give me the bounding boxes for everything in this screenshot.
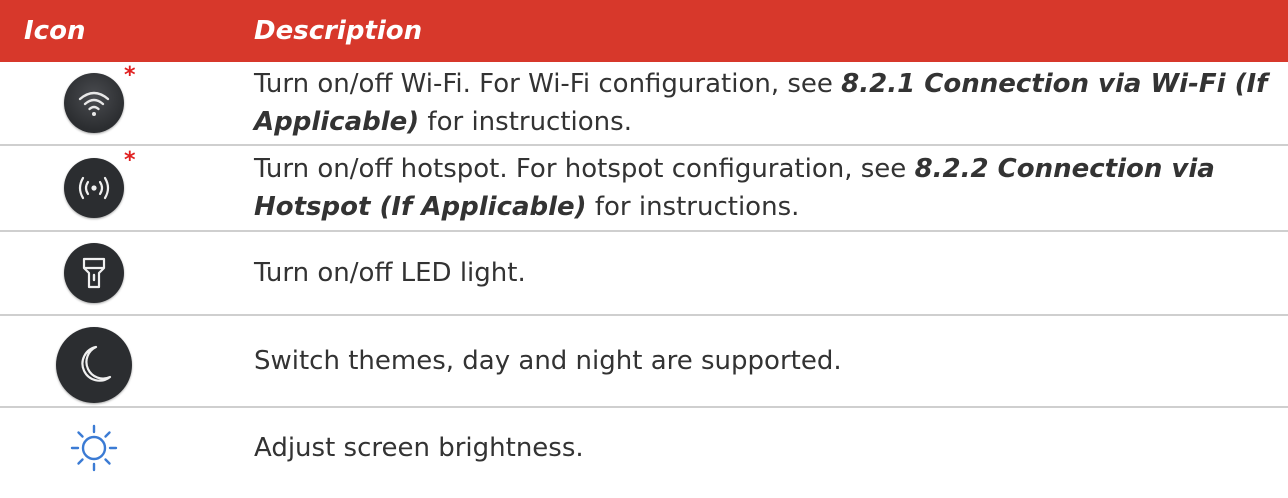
icon-description-table: Icon Description * Turn on/off Wi-Fi. Fo…	[0, 0, 1288, 488]
table-header-row: Icon Description	[0, 0, 1288, 62]
moon-icon	[56, 327, 132, 403]
description-cell: Turn on/off hotspot. For hotspot configu…	[250, 145, 1288, 232]
table-row: * Turn on/off Wi-Fi. For Wi-Fi configura…	[0, 62, 1288, 146]
icon-cell	[0, 315, 250, 408]
icon-column-header: Icon	[0, 0, 250, 62]
description-cell: Switch themes, day and night are support…	[250, 315, 1288, 408]
asterisk-mark: *	[124, 63, 136, 88]
sun-icon	[70, 424, 118, 472]
table-row: * Turn on/off hotspot. For hotspot confi…	[0, 145, 1288, 232]
table-row: Switch themes, day and night are support…	[0, 315, 1288, 408]
table-row: Adjust screen brightness.	[0, 407, 1288, 488]
icon-cell: *	[0, 145, 250, 232]
icon-cell: *	[0, 62, 250, 146]
table-row: Turn on/off LED light.	[0, 231, 1288, 316]
icon-cell	[0, 231, 250, 316]
icon-cell	[0, 407, 250, 488]
wifi-icon	[64, 73, 124, 133]
description-cell: Adjust screen brightness.	[254, 433, 584, 463]
flashlight-icon	[64, 243, 124, 303]
description-cell: Turn on/off LED light.	[250, 231, 1288, 316]
description-column-header: Description	[250, 0, 1288, 62]
description-cell: Turn on/off Wi-Fi. For Wi-Fi configurati…	[250, 62, 1288, 146]
asterisk-mark: *	[124, 148, 136, 173]
hotspot-icon	[64, 158, 124, 218]
